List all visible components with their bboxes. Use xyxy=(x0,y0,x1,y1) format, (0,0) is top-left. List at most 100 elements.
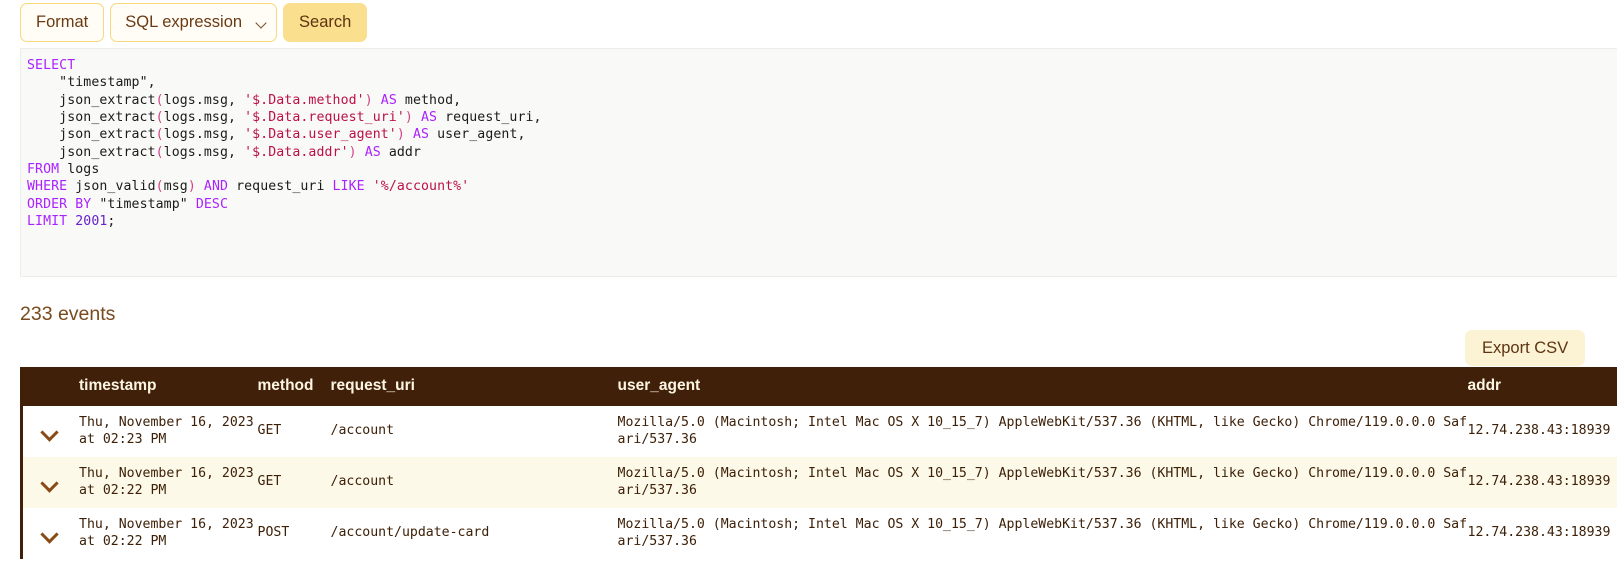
sql-token: msg xyxy=(164,179,188,194)
sql-line: json_extract(logs.msg, '$.Data.user_agen… xyxy=(27,126,1617,143)
column-header-timestamp[interactable]: timestamp xyxy=(79,367,258,406)
cell-user-agent: Mozilla/5.0 (Macintosh; Intel Mac OS X 1… xyxy=(618,508,1468,559)
sql-line: json_extract(logs.msg, '$.Data.method') … xyxy=(27,92,1617,109)
sql-line: WHERE json_valid(msg) AND request_uri LI… xyxy=(27,178,1617,195)
sql-token: json_extract xyxy=(27,93,156,108)
sql-line: SELECT xyxy=(27,57,1617,74)
sql-token: method, xyxy=(397,93,461,108)
sql-token: WHERE xyxy=(27,179,67,194)
sql-token xyxy=(413,110,421,125)
sql-line: json_extract(logs.msg, '$.Data.request_u… xyxy=(27,109,1617,126)
sql-token: json_valid xyxy=(67,179,155,194)
sql-token: LIKE xyxy=(333,179,365,194)
sql-token: request_uri xyxy=(228,179,333,194)
sql-token xyxy=(357,145,365,160)
sql-token: ( xyxy=(156,127,164,142)
results-table-container: timestamp method request_uri user_agent … xyxy=(20,367,1617,567)
sql-token xyxy=(365,179,373,194)
results-table: timestamp method request_uri user_agent … xyxy=(20,367,1617,559)
sql-token: SELECT xyxy=(27,58,75,73)
sql-line: "timestamp", xyxy=(27,74,1617,91)
column-header-request-uri[interactable]: request_uri xyxy=(331,367,618,406)
query-type-select[interactable]: SQL expression xyxy=(110,3,277,42)
sql-token: json_extract xyxy=(27,145,156,160)
sql-token: '%/account%' xyxy=(373,179,469,194)
cell-addr: 12.74.238.43:18939 xyxy=(1468,406,1617,457)
cell-method: GET xyxy=(258,457,331,508)
sql-token: '$.Data.request_uri' xyxy=(244,110,405,125)
results-table-body: Thu, November 16, 2023 at 02:23 PMGET/ac… xyxy=(22,406,1617,559)
sql-token: addr xyxy=(381,145,421,160)
cell-method: POST xyxy=(258,508,331,559)
sql-token: AND xyxy=(204,179,228,194)
sql-token: ) xyxy=(365,93,373,108)
column-header-expand[interactable] xyxy=(22,367,80,406)
sql-token: json_extract xyxy=(27,127,156,142)
sql-line: ORDER BY "timestamp" DESC xyxy=(27,196,1617,213)
sql-token: logs.msg, xyxy=(164,127,244,142)
chevron-down-icon xyxy=(256,19,267,26)
sql-token: ) xyxy=(397,127,405,142)
chevron-down-icon[interactable] xyxy=(41,528,59,539)
row-expand-cell[interactable] xyxy=(22,508,80,559)
table-row[interactable]: Thu, November 16, 2023 at 02:22 PMGET/ac… xyxy=(22,457,1617,508)
cell-request-uri: /account xyxy=(331,457,618,508)
cell-method: GET xyxy=(258,406,331,457)
sql-token: ( xyxy=(156,93,164,108)
sql-token: user_agent, xyxy=(429,127,525,142)
cell-timestamp: Thu, November 16, 2023 at 02:22 PM xyxy=(79,457,258,508)
cell-addr: 12.74.238.43:18939 xyxy=(1468,508,1617,559)
sql-token: AS xyxy=(381,93,397,108)
export-csv-button[interactable]: Export CSV xyxy=(1465,330,1585,366)
table-row[interactable]: Thu, November 16, 2023 at 02:22 PMPOST/a… xyxy=(22,508,1617,559)
sql-token: logs xyxy=(59,162,99,177)
sql-token: '$.Data.user_agent' xyxy=(244,127,397,142)
cell-addr: 12.74.238.43:18939 xyxy=(1468,457,1617,508)
cell-timestamp: Thu, November 16, 2023 at 02:22 PM xyxy=(79,508,258,559)
sql-token: ( xyxy=(156,110,164,125)
events-count-label: 233 events xyxy=(20,303,115,326)
sql-token: 2001 xyxy=(75,214,107,229)
sql-token xyxy=(373,93,381,108)
sql-token: ) xyxy=(405,110,413,125)
sql-token xyxy=(405,127,413,142)
column-header-user-agent[interactable]: user_agent xyxy=(618,367,1468,406)
cell-user-agent: Mozilla/5.0 (Macintosh; Intel Mac OS X 1… xyxy=(618,406,1468,457)
sql-token: json_extract xyxy=(27,110,156,125)
sql-token: ; xyxy=(107,214,115,229)
sql-token: ( xyxy=(156,145,164,160)
sql-token: logs.msg, xyxy=(164,145,244,160)
search-button[interactable]: Search xyxy=(283,3,367,42)
results-table-head: timestamp method request_uri user_agent … xyxy=(22,367,1617,406)
sql-token: logs.msg, xyxy=(164,110,244,125)
sql-token: ORDER BY xyxy=(27,197,91,212)
sql-token: '$.Data.addr' xyxy=(244,145,349,160)
sql-token: request_uri, xyxy=(437,110,542,125)
sql-token: "timestamp", xyxy=(59,75,155,90)
sql-token: '$.Data.method' xyxy=(244,93,365,108)
cell-timestamp: Thu, November 16, 2023 at 02:23 PM xyxy=(79,406,258,457)
sql-editor[interactable]: SELECT "timestamp", json_extract(logs.ms… xyxy=(20,48,1617,277)
sql-token: logs.msg, xyxy=(164,93,244,108)
sql-editor-code[interactable]: SELECT "timestamp", json_extract(logs.ms… xyxy=(21,49,1617,230)
sql-token xyxy=(27,75,59,90)
row-expand-cell[interactable] xyxy=(22,457,80,508)
table-row[interactable]: Thu, November 16, 2023 at 02:23 PMGET/ac… xyxy=(22,406,1617,457)
sql-line: LIMIT 2001; xyxy=(27,213,1617,230)
cell-request-uri: /account/update-card xyxy=(331,508,618,559)
row-expand-cell[interactable] xyxy=(22,406,80,457)
sql-token: ) xyxy=(188,179,196,194)
cell-request-uri: /account xyxy=(331,406,618,457)
chevron-down-icon[interactable] xyxy=(41,477,59,488)
sql-token xyxy=(196,179,204,194)
column-header-addr[interactable]: addr xyxy=(1468,367,1617,406)
sql-token: ( xyxy=(156,179,164,194)
chevron-down-icon[interactable] xyxy=(41,426,59,437)
sql-token: LIMIT xyxy=(27,214,67,229)
sql-token: FROM xyxy=(27,162,59,177)
cell-user-agent: Mozilla/5.0 (Macintosh; Intel Mac OS X 1… xyxy=(618,457,1468,508)
column-header-method[interactable]: method xyxy=(258,367,331,406)
sql-token: AS xyxy=(421,110,437,125)
sql-token: AS xyxy=(413,127,429,142)
format-button[interactable]: Format xyxy=(20,3,104,42)
